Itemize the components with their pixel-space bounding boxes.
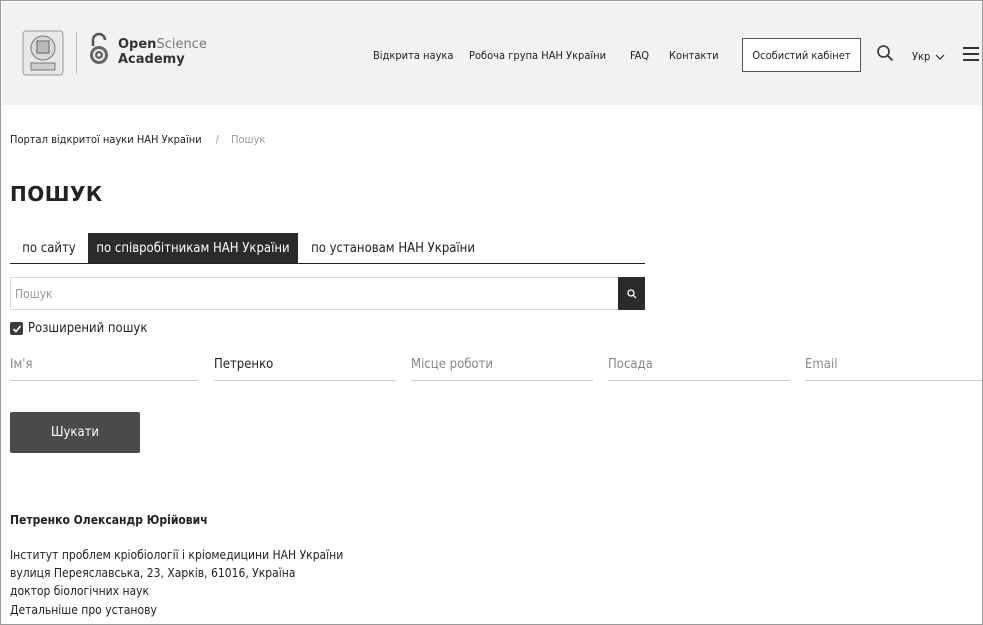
- nav-working-group[interactable]: Робоча група НАН України: [469, 49, 606, 62]
- language-selector[interactable]: Укр: [912, 50, 945, 63]
- tab-employees[interactable]: по співробітникам НАН України: [88, 233, 298, 263]
- result-degree: доктор біологічних наук: [10, 584, 150, 598]
- breadcrumb-separator: /: [215, 133, 219, 146]
- nas-emblem-icon[interactable]: [22, 30, 64, 76]
- search-tabs: по сайту по співробітникам НАН України п…: [10, 233, 645, 264]
- logo-divider: [76, 32, 77, 74]
- result-name: Петренко Олександр Юрійович: [10, 513, 208, 527]
- advanced-search-label: Розширений пошук: [28, 321, 148, 336]
- tab-institutions[interactable]: по установам НАН України: [302, 233, 484, 263]
- advanced-search-toggle[interactable]: Розширений пошук: [10, 321, 147, 336]
- page-title: ПОШУК: [10, 182, 103, 206]
- breadcrumb: Портал відкритої науки НАН України / Пошук: [10, 133, 265, 146]
- search-icon[interactable]: [876, 44, 894, 62]
- nav-contacts[interactable]: Контакти: [669, 49, 719, 62]
- menu-line: [963, 53, 979, 55]
- brand-academy: Academy: [118, 52, 185, 67]
- nav-open-science[interactable]: Відкрита наука: [373, 49, 453, 62]
- site-header: OpenScience Academy Відкрита наука Робоч…: [2, 2, 982, 105]
- workplace-field[interactable]: Місце роботи: [411, 351, 593, 381]
- menu-line: [963, 59, 979, 61]
- position-field[interactable]: Посада: [608, 351, 790, 381]
- menu-icon[interactable]: [963, 47, 979, 61]
- brand-open: Open: [118, 37, 157, 52]
- first-name-field[interactable]: Ім'я: [10, 351, 198, 381]
- nav-faq[interactable]: FAQ: [630, 49, 649, 62]
- chevron-down-icon: [936, 54, 945, 60]
- brand-science: Science: [156, 37, 207, 52]
- checkbox-checked-icon[interactable]: [10, 322, 23, 335]
- checkmark-icon: [12, 324, 21, 333]
- personal-cabinet-button[interactable]: Особистий кабінет: [742, 38, 861, 72]
- result-address: вулиця Переяславська, 23, Харків, 61016,…: [10, 566, 296, 580]
- tab-site[interactable]: по сайту: [10, 233, 88, 263]
- search-button[interactable]: Шукати: [10, 412, 140, 453]
- result-institution: Інститут проблем кріобіології і кріомеди…: [10, 548, 344, 562]
- breadcrumb-home-link[interactable]: Портал відкритої науки НАН України: [10, 133, 202, 146]
- page: OpenScience Academy Відкрита наука Робоч…: [0, 0, 983, 625]
- result-details-link[interactable]: Детальніше про установу: [10, 603, 157, 617]
- search-placeholder: Пошук: [15, 286, 53, 301]
- open-lock-icon[interactable]: [88, 32, 110, 66]
- language-label: Укр: [912, 50, 931, 63]
- search-icon: [626, 288, 636, 298]
- search-submit-button[interactable]: [618, 277, 645, 310]
- breadcrumb-current: Пошук: [231, 133, 266, 146]
- menu-line: [963, 47, 979, 49]
- surname-field[interactable]: Петренко: [214, 351, 396, 381]
- brand-logo-text[interactable]: OpenScience Academy: [118, 37, 207, 67]
- email-field[interactable]: Email: [805, 351, 982, 381]
- search-input[interactable]: Пошук: [10, 277, 618, 310]
